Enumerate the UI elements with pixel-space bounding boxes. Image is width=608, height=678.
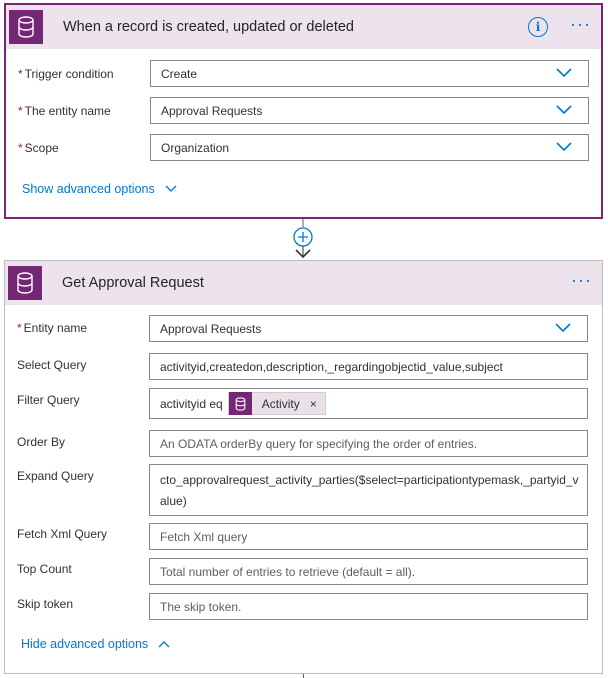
expand-query-value-line1: cto_approvalrequest_activity_parties($se… [160, 472, 579, 487]
required-marker: * [18, 67, 23, 81]
get-entity-name-label: * Entity name [17, 321, 87, 335]
chevron-down-icon[interactable] [556, 142, 572, 152]
expand-query-value-line2: alue) [160, 493, 187, 508]
filter-query-label: Filter Query [17, 393, 80, 407]
more-icon[interactable]: ··· [570, 15, 591, 39]
scope-label-text: Scope [24, 141, 59, 155]
get-entity-name-dropdown[interactable]: Approval Requests [149, 315, 588, 342]
fetch-xml-placeholder: Fetch Xml query [160, 529, 248, 544]
database-icon [9, 10, 43, 44]
chevron-up-icon [158, 641, 170, 648]
skip-token-row: Skip token The skip token. [5, 589, 602, 624]
filter-query-input[interactable]: activityid eq Activity × [149, 388, 588, 419]
fetch-xml-input[interactable]: Fetch Xml query [149, 523, 588, 550]
get-entity-name-row: * Entity name Approval Requests [5, 313, 602, 350]
token-label: Activity [261, 396, 300, 411]
top-count-input[interactable]: Total number of entries to retrieve (def… [149, 558, 588, 585]
top-count-placeholder: Total number of entries to retrieve (def… [160, 564, 416, 579]
trigger-condition-label-text: Trigger condition [24, 67, 114, 81]
entity-name-label: * The entity name [18, 104, 111, 118]
expand-query-row: Expand Query cto_approvalrequest_activit… [5, 461, 602, 519]
trigger-condition-value: Create [161, 66, 198, 81]
expand-query-label: Expand Query [17, 469, 94, 483]
entity-name-dropdown[interactable]: Approval Requests [150, 97, 589, 124]
skip-token-label: Skip token [17, 597, 74, 611]
get-record-card[interactable]: Get Approval Request ··· * Entity name Ap… [4, 260, 603, 674]
trigger-condition-row: * Trigger condition Create [6, 59, 601, 96]
more-icon[interactable]: ··· [571, 271, 592, 295]
select-query-input[interactable]: activityid,createdon,description,_regard… [149, 353, 588, 380]
close-icon[interactable]: × [310, 397, 317, 411]
database-icon [8, 266, 42, 300]
entity-name-label-text: The entity name [24, 104, 111, 118]
required-marker: * [17, 321, 22, 335]
trigger-condition-label: * Trigger condition [18, 67, 114, 81]
add-step-icon[interactable] [292, 226, 314, 248]
scope-label: * Scope [18, 141, 59, 155]
chevron-down-icon [165, 185, 177, 192]
entity-name-row: * The entity name Approval Requests [6, 96, 601, 133]
select-query-label: Select Query [17, 358, 87, 372]
filter-query-prefix: activityid eq [160, 396, 223, 411]
database-icon [228, 392, 252, 415]
trigger-condition-dropdown[interactable]: Create [150, 60, 589, 87]
order-by-input[interactable]: An ODATA orderBy query for specifying th… [149, 430, 588, 457]
show-advanced-options-link[interactable]: Show advanced options [22, 182, 177, 196]
required-marker: * [18, 141, 23, 155]
step-connector-bottom [303, 674, 304, 678]
chevron-down-icon[interactable] [556, 105, 572, 115]
order-by-row: Order By An ODATA orderBy query for spec… [5, 425, 602, 461]
chevron-down-icon[interactable] [555, 323, 571, 333]
fetch-xml-label: Fetch Xml Query [17, 527, 108, 541]
get-record-card-title: Get Approval Request [62, 275, 204, 291]
trigger-card-header[interactable]: When a record is created, updated or del… [6, 5, 601, 49]
select-query-value: activityid,createdon,description,_regard… [160, 359, 503, 374]
show-advanced-options-label: Show advanced options [22, 182, 155, 196]
top-count-label: Top Count [17, 562, 72, 576]
scope-dropdown[interactable]: Organization [150, 134, 589, 161]
trigger-card-title: When a record is created, updated or del… [63, 19, 354, 35]
scope-row: * Scope Organization [6, 133, 601, 170]
select-query-row: Select Query activityid,createdon,descri… [5, 350, 602, 385]
skip-token-placeholder: The skip token. [160, 599, 242, 614]
scope-value: Organization [161, 140, 230, 155]
top-count-row: Top Count Total number of entries to ret… [5, 554, 602, 589]
required-marker: * [18, 104, 23, 118]
hide-advanced-options-link[interactable]: Hide advanced options [21, 637, 170, 651]
get-entity-name-value: Approval Requests [160, 321, 262, 336]
skip-token-input[interactable]: The skip token. [149, 593, 588, 620]
chevron-down-icon[interactable] [556, 68, 572, 78]
hide-advanced-options-label: Hide advanced options [21, 637, 149, 651]
order-by-label: Order By [17, 435, 66, 449]
entity-name-value: Approval Requests [161, 103, 263, 118]
dynamic-content-token[interactable]: Activity × [227, 392, 326, 415]
filter-query-row: Filter Query activityid eq Activity × [5, 385, 602, 425]
trigger-card[interactable]: When a record is created, updated or del… [4, 3, 603, 219]
get-record-card-header[interactable]: Get Approval Request ··· [5, 261, 602, 305]
get-entity-name-label-text: Entity name [23, 321, 88, 335]
order-by-placeholder: An ODATA orderBy query for specifying th… [160, 436, 478, 451]
fetch-xml-row: Fetch Xml Query Fetch Xml query [5, 519, 602, 554]
info-icon[interactable]: i [528, 17, 549, 37]
expand-query-input[interactable]: cto_approvalrequest_activity_parties($se… [149, 464, 588, 516]
